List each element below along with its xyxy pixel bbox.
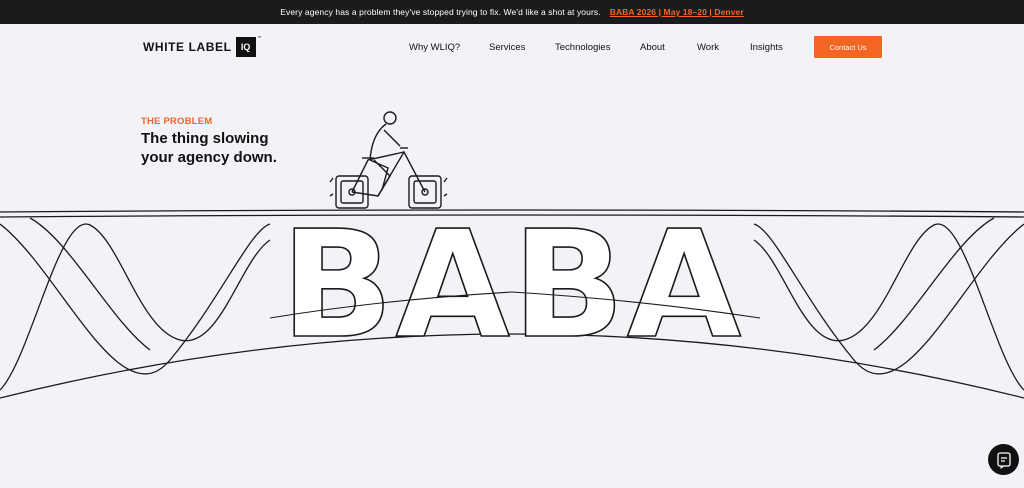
bridge-illustration: BABA (0, 111, 1024, 399)
truss-cable-right-2 (753, 223, 1024, 391)
chat-icon (996, 451, 1011, 469)
baba-art-text: BABA (281, 199, 744, 371)
chat-launcher[interactable] (988, 444, 1019, 475)
rider-head (383, 111, 397, 125)
bike-frame-top (351, 151, 405, 193)
truss-cable-left-2 (0, 223, 271, 391)
cyclist-illustration (329, 111, 448, 209)
rider-arm (383, 129, 401, 147)
rider-back (369, 123, 387, 161)
